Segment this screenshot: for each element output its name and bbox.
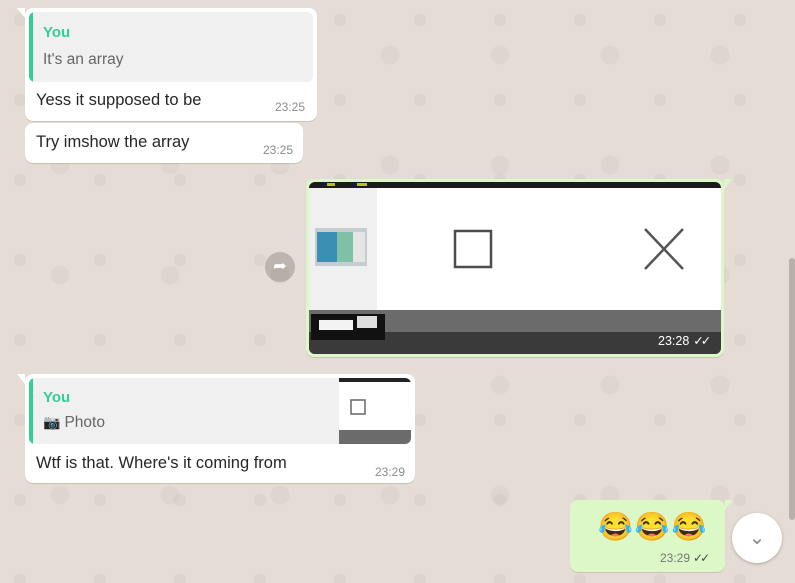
message-time: 23:28 ✓✓ <box>658 334 711 348</box>
message-text: Wtf is that. Where's it coming from <box>36 454 287 472</box>
outgoing-image-message[interactable]: 23:28 ✓✓ <box>306 179 732 357</box>
message-time: 23:25 <box>275 100 306 114</box>
outgoing-message[interactable]: 😂😂😂 23:29 ✓✓ <box>570 500 733 572</box>
message-time: 23:29 <box>375 465 406 479</box>
bubble-tail <box>724 179 732 189</box>
quote-author: You <box>43 24 71 41</box>
forward-button[interactable]: ➦ <box>265 252 295 282</box>
message-time: 23:29 ✓✓ <box>660 551 710 565</box>
camera-icon: 📷 <box>43 414 61 430</box>
quoted-message[interactable]: You It's an array <box>29 12 313 82</box>
quote-accent-bar <box>29 12 33 82</box>
quoted-message[interactable]: You 📷 Photo <box>29 378 411 444</box>
forward-icon: ➦ <box>273 258 287 275</box>
incoming-message[interactable]: You 📷 Photo Wtf is that. Where's it comin… <box>17 374 415 483</box>
read-receipt-icon: ✓✓ <box>693 334 711 348</box>
message-text: Yess it supposed to be <box>36 91 202 109</box>
quote-accent-bar <box>29 378 33 444</box>
incoming-message[interactable]: You It's an array Yess it supposed to be… <box>17 8 317 121</box>
chevron-down-icon: ⌄ <box>748 527 766 549</box>
quote-thumbnail <box>339 378 411 444</box>
quote-author: You <box>43 389 71 406</box>
message-time: 23:25 <box>263 143 294 157</box>
bubble-tail <box>17 8 25 18</box>
scroll-down-button[interactable]: ⌄ <box>732 513 782 563</box>
bubble-tail <box>17 374 25 384</box>
read-receipt-icon: ✓✓ <box>693 551 710 565</box>
message-text: Try imshow the array <box>36 133 190 151</box>
quote-photo-label: 📷 Photo <box>43 414 105 431</box>
bubble-tail <box>725 500 733 510</box>
incoming-message[interactable]: Try imshow the array 23:25 <box>25 123 303 163</box>
scrollbar[interactable] <box>789 258 795 520</box>
quote-text: It's an array <box>43 51 124 68</box>
image-preview[interactable] <box>309 182 721 354</box>
emoji-message: 😂😂😂 <box>598 511 709 542</box>
